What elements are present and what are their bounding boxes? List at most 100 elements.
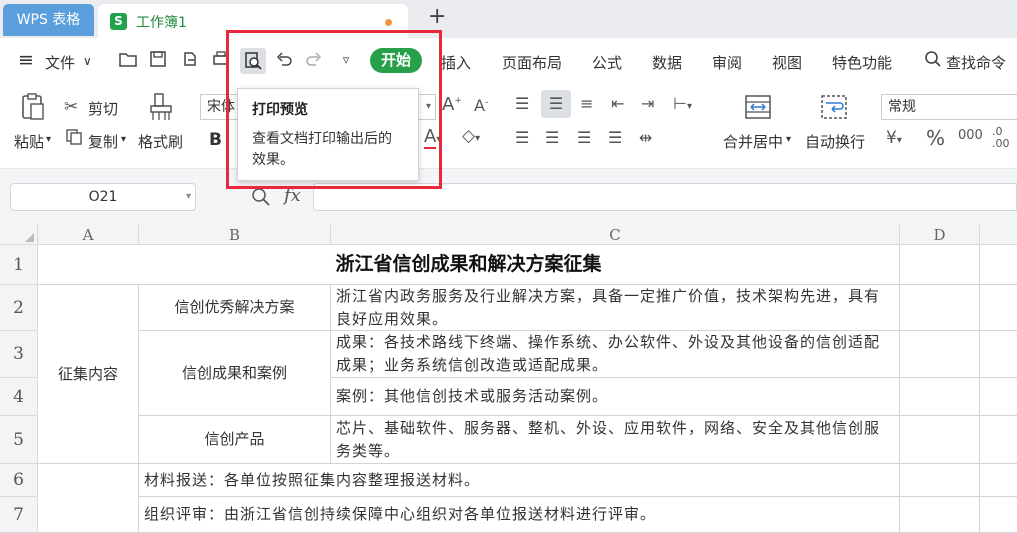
new-tab-plus-icon[interactable]: + xyxy=(428,4,446,29)
row-header-1[interactable]: 1 xyxy=(0,245,38,285)
align-left-icon[interactable]: ☰ xyxy=(515,128,529,147)
cell-b5[interactable]: 信创产品 xyxy=(139,416,331,464)
spreadsheet-icon: S xyxy=(110,13,127,30)
thousands-separator-icon[interactable]: 000 xyxy=(958,128,983,143)
cell-d7[interactable] xyxy=(900,497,980,533)
tab-data[interactable]: 数据 xyxy=(652,52,682,73)
select-all-corner[interactable] xyxy=(0,225,38,245)
highlight-box xyxy=(226,30,442,189)
copy-button[interactable]: 复制 xyxy=(88,131,118,152)
align-bottom-icon[interactable]: ≡ xyxy=(580,94,593,113)
merged-cell-a2-a5[interactable]: 征集内容 xyxy=(38,285,139,464)
ribbon-toolbar: 粘贴 ▾ ✂ 剪切 复制 ▾ 格式刷 宋体 ▾ A+ A- B A▾ ◇▾ ☰ ☰… xyxy=(0,84,1017,169)
align-middle-icon[interactable]: ☰ xyxy=(541,90,571,118)
align-top-icon[interactable]: ☰ xyxy=(515,94,529,113)
scissors-icon[interactable]: ✂ xyxy=(64,97,78,117)
distributed-align-icon[interactable]: ⇹ xyxy=(639,128,652,147)
row-header-3[interactable]: 3 xyxy=(0,331,38,378)
merge-chevron-icon[interactable]: ▾ xyxy=(786,134,791,145)
copy-icon[interactable] xyxy=(65,128,83,151)
title-cell[interactable]: 浙江省信创成果和解决方案征集 xyxy=(38,245,900,285)
cell-e3[interactable] xyxy=(980,331,1017,378)
row-header-5[interactable]: 5 xyxy=(0,416,38,464)
row-header-7[interactable]: 7 xyxy=(0,497,38,533)
cell-d1[interactable] xyxy=(900,245,980,285)
cell-e7[interactable] xyxy=(980,497,1017,533)
save-icon[interactable] xyxy=(147,50,169,72)
cell-e4[interactable] xyxy=(980,378,1017,416)
tab-special-features[interactable]: 特色功能 xyxy=(832,52,892,73)
open-folder-icon[interactable] xyxy=(117,50,139,72)
cell-d5[interactable] xyxy=(900,416,980,464)
cell-e1[interactable] xyxy=(980,245,1017,285)
cell-e5[interactable] xyxy=(980,416,1017,464)
search-command[interactable]: 查找命令 xyxy=(946,52,1006,73)
tab-insert[interactable]: 插入 xyxy=(441,52,471,73)
col-header-b[interactable]: B xyxy=(139,225,331,245)
cell-c5[interactable]: 芯片、基础软件、服务器、整机、外设、应用软件，网络、安全及其他信创服务类等。 xyxy=(331,416,900,464)
cell-c4[interactable]: 案例：其他信创技术或服务活动案例。 xyxy=(331,378,900,416)
cell-b6[interactable]: 材料报送：各单位按照征集内容整理报送材料。 xyxy=(139,464,900,497)
paste-icon[interactable] xyxy=(18,92,48,127)
formula-bar: O21 ▾ fx xyxy=(0,169,1017,225)
number-format-select[interactable]: 常规 xyxy=(881,94,1017,120)
zoom-formula-icon[interactable] xyxy=(251,187,271,211)
wrap-text-button[interactable]: 自动换行 xyxy=(805,131,865,152)
tab-formula[interactable]: 公式 xyxy=(592,52,622,73)
file-chevron-down-icon[interactable]: ∨ xyxy=(83,54,92,68)
row-header-6[interactable]: 6 xyxy=(0,464,38,497)
merge-center-button[interactable]: 合并居中 xyxy=(723,131,783,152)
menu-bar: ≡ 文件 ∨ ▿ 开始 插入 页面布局 公式 数据 审阅 视图 特色功能 查找命… xyxy=(0,38,1017,84)
cell-b7[interactable]: 组织评审：由浙江省信创持续保障中心组织对各单位报送材料进行评审。 xyxy=(139,497,900,533)
export-icon[interactable] xyxy=(179,50,201,72)
currency-icon[interactable]: ¥▾ xyxy=(886,128,902,148)
col-header-e[interactable] xyxy=(980,225,1017,245)
tab-view[interactable]: 视图 xyxy=(772,52,802,73)
merge-center-icon[interactable] xyxy=(744,94,772,125)
row-header-2[interactable]: 2 xyxy=(0,285,38,331)
tab-review[interactable]: 审阅 xyxy=(712,52,742,73)
paste-button[interactable]: 粘贴 xyxy=(14,131,44,152)
cell-e6[interactable] xyxy=(980,464,1017,497)
copy-chevron-icon[interactable]: ▾ xyxy=(121,134,126,145)
justify-icon[interactable]: ☰ xyxy=(608,128,622,147)
cell-d6[interactable] xyxy=(900,464,980,497)
align-right-icon[interactable]: ☰ xyxy=(577,128,591,147)
file-menu[interactable]: 文件 xyxy=(45,52,75,73)
merged-cell-a6-a7[interactable] xyxy=(38,464,139,533)
paste-chevron-icon[interactable]: ▾ xyxy=(46,134,51,145)
name-box[interactable]: O21 ▾ xyxy=(10,183,196,211)
tab-page-layout[interactable]: 页面布局 xyxy=(502,52,562,73)
hamburger-menu-icon[interactable]: ≡ xyxy=(18,49,34,71)
decrease-indent-icon[interactable]: ⇤ xyxy=(611,94,624,113)
search-icon[interactable] xyxy=(922,50,944,72)
align-center-icon[interactable]: ☰ xyxy=(545,128,559,147)
cell-c2[interactable]: 浙江省内政务服务及行业解决方案，具备一定推广价值，技术架构先进，具有良好应用效果… xyxy=(331,285,900,331)
cell-d2[interactable] xyxy=(900,285,980,331)
bold-button[interactable]: B xyxy=(209,130,222,150)
clear-format-icon[interactable]: ◇▾ xyxy=(462,126,480,146)
row-header-4[interactable]: 4 xyxy=(0,378,38,416)
format-painter-button[interactable]: 格式刷 xyxy=(138,131,183,152)
merged-cell-b3-b4[interactable]: 信创成果和案例 xyxy=(139,331,331,416)
wps-app-tab[interactable]: WPS 表格 xyxy=(3,4,94,36)
cell-e2[interactable] xyxy=(980,285,1017,331)
name-box-value: O21 xyxy=(88,189,118,205)
increase-font-icon[interactable]: A+ xyxy=(442,94,462,115)
cell-d3[interactable] xyxy=(900,331,980,378)
wrap-text-icon[interactable] xyxy=(820,94,848,125)
cut-button[interactable]: 剪切 xyxy=(88,98,118,119)
text-direction-icon[interactable]: ⊢▾ xyxy=(673,94,692,113)
col-header-d[interactable]: D xyxy=(900,225,980,245)
cell-b2[interactable]: 信创优秀解决方案 xyxy=(139,285,331,331)
number-format-value: 常规 xyxy=(888,99,916,115)
col-header-c[interactable]: C xyxy=(331,225,900,245)
cell-c3[interactable]: 成果：各技术路线下终端、操作系统、办公软件、外设及其他设备的信创适配成果；业务系… xyxy=(331,331,900,378)
format-painter-icon[interactable] xyxy=(147,92,175,127)
percent-icon[interactable]: % xyxy=(926,126,945,150)
decrease-font-icon[interactable]: A- xyxy=(474,96,488,115)
cell-d4[interactable] xyxy=(900,378,980,416)
increase-decimal-icon[interactable]: .0.00 xyxy=(992,126,1010,150)
increase-indent-icon[interactable]: ⇥ xyxy=(641,94,654,113)
col-header-a[interactable]: A xyxy=(38,225,139,245)
